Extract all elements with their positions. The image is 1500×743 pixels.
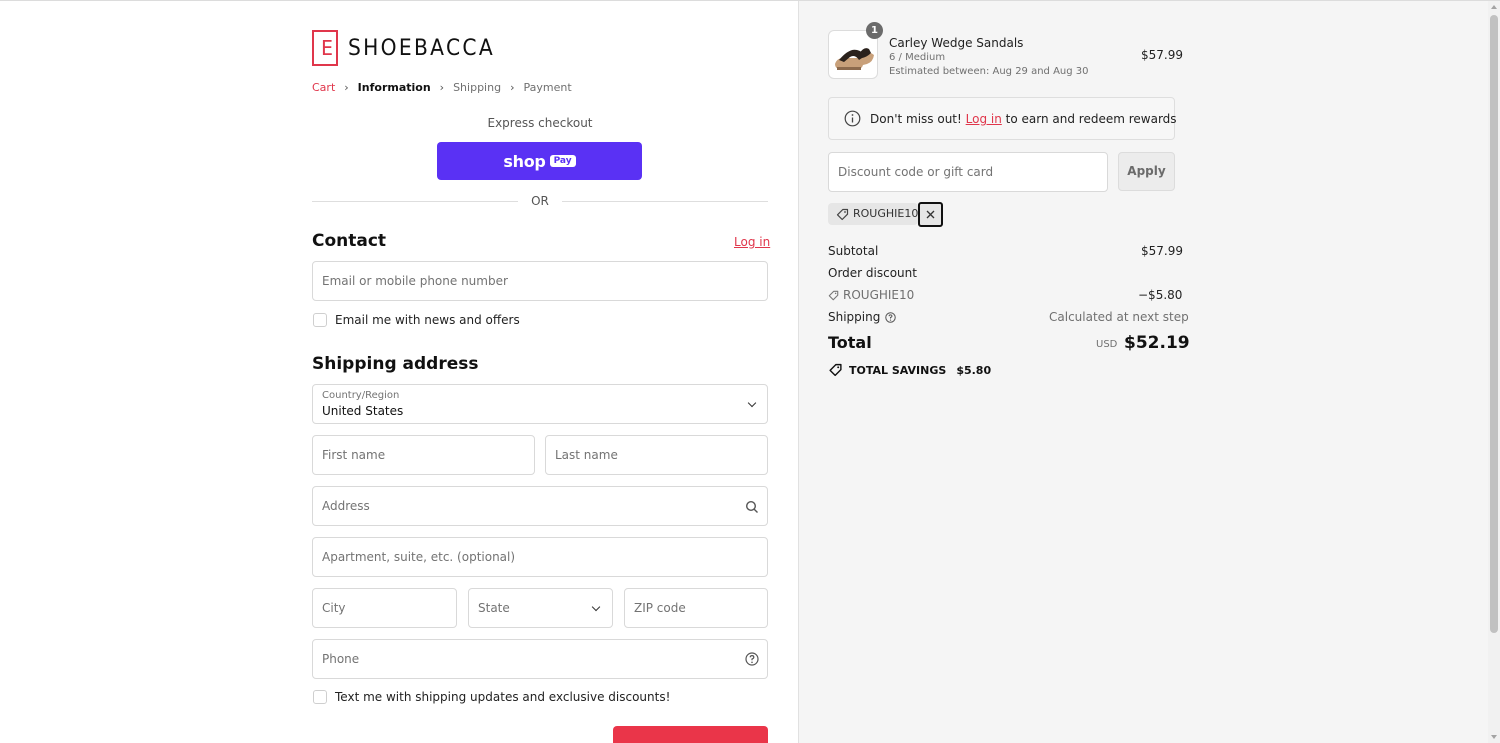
state-select[interactable]: State [468,588,613,628]
product-name: Carley Wedge Sandals [889,36,1024,50]
breadcrumb-payment: Payment [523,81,572,94]
shipping-label: Shipping [828,310,881,324]
scrollbar-thumb[interactable] [1490,15,1498,633]
state-placeholder: State [478,601,510,615]
first-name-field[interactable]: First name [312,435,535,475]
country-select[interactable]: Country/Region United States [312,384,768,424]
shop-pay-badge: Pay [549,155,576,167]
info-icon [844,110,861,127]
zip-placeholder: ZIP code [634,601,686,615]
breadcrumb-shipping: Shipping [453,81,502,94]
product-variant: 6 / Medium [889,52,946,63]
newsletter-checkbox[interactable] [313,313,327,327]
discount-code-row: ROUGHIE10 [828,288,914,302]
shop-pay-button[interactable]: shop Pay [437,142,642,180]
divider-right [562,201,768,202]
city-field[interactable]: City [312,588,457,628]
subtotal-label: Subtotal [828,244,879,258]
help-icon[interactable] [745,652,759,666]
chevron-down-icon [747,398,757,408]
first-name-placeholder: First name [322,448,386,462]
logo-mark-icon: E [312,30,338,66]
zip-code-field[interactable]: ZIP code [624,588,768,628]
apartment-field[interactable]: Apartment, suite, etc. (optional) [312,537,768,577]
tag-icon [828,290,839,300]
delivery-estimate: Estimated between: Aug 29 and Aug 30 [889,66,1089,77]
product-price: $57.99 [1141,48,1183,62]
chevron-right-icon: › [344,81,349,94]
search-icon [745,500,758,513]
rewards-login-link[interactable]: Log in [966,112,1002,126]
currency-label: USD [1096,339,1118,350]
city-placeholder: City [322,601,346,615]
chevron-down-icon [591,602,601,612]
discount-placeholder: Discount code or gift card [838,165,994,179]
shop-pay-text: shop [503,151,546,171]
rewards-suffix: to earn and redeem rewards [1005,112,1177,126]
sms-label: Text me with shipping updates and exclus… [335,690,671,704]
total-label: Total [828,333,872,352]
scrollbar[interactable] [1488,1,1500,743]
apartment-placeholder: Apartment, suite, etc. (optional) [322,550,516,564]
remove-discount-button[interactable] [918,202,943,227]
contact-login-link[interactable]: Log in [734,235,770,249]
total-savings-value: $5.80 [956,363,992,377]
total-savings: TOTAL SAVINGS $5.80 [828,363,991,377]
shipping-value: Calculated at next step [1049,310,1189,324]
shipping-address-heading: Shipping address [312,354,479,374]
divider-left [312,201,518,202]
total-value: $52.19 [1124,333,1190,353]
express-checkout-label: Express checkout [487,116,593,130]
address-field[interactable]: Address [312,486,768,526]
shipping-row: Shipping [828,310,897,324]
breadcrumb-information: Information [357,81,431,94]
brand-logo[interactable]: E SHOEBACCA [312,30,508,66]
discount-code-label: ROUGHIE10 [843,288,915,302]
newsletter-label: Email me with news and offers [335,313,520,327]
last-name-field[interactable]: Last name [545,435,768,475]
quantity-badge: 1 [866,22,883,39]
last-name-placeholder: Last name [555,448,618,462]
savings-tag-icon [829,363,842,377]
breadcrumb: Cart › Information › Shipping › Payment [312,81,572,94]
sms-checkbox[interactable] [313,690,327,704]
subtotal-value: $57.99 [1141,244,1183,258]
help-icon[interactable] [885,311,897,323]
order-discount-label: Order discount [828,266,917,280]
applied-discount-tag: ROUGHIE10 [828,203,918,225]
country-value: United States [322,404,404,418]
contact-heading: Contact [312,231,387,251]
breadcrumb-cart[interactable]: Cart [312,81,335,94]
or-divider-label: OR [531,194,549,208]
apply-discount-button[interactable]: Apply [1118,152,1175,191]
total-savings-label: TOTAL SAVINGS [849,363,947,377]
phone-field[interactable]: Phone [312,639,768,679]
email-field[interactable]: Email or mobile phone number [312,261,768,301]
scroll-up-arrow-icon[interactable] [1491,5,1497,9]
scroll-down-arrow-icon[interactable] [1491,735,1497,739]
discount-value: −$5.80 [1138,288,1183,302]
chevron-right-icon: › [439,81,445,94]
country-label: Country/Region [322,390,400,401]
tag-icon [836,208,849,221]
brand-name: SHOEBACCA [348,35,495,61]
continue-to-shipping-button[interactable] [613,726,768,743]
close-icon [926,210,935,219]
applied-discount-code: ROUGHIE10 [853,207,919,220]
rewards-prefix: Don't miss out! [870,112,962,126]
rewards-notice: Don't miss out! Log in to earn and redee… [828,97,1177,140]
chevron-right-icon: › [510,81,515,94]
phone-placeholder: Phone [322,652,360,666]
discount-code-input[interactable]: Discount code or gift card [828,152,1108,192]
address-placeholder: Address [322,499,370,513]
email-placeholder: Email or mobile phone number [322,274,508,288]
